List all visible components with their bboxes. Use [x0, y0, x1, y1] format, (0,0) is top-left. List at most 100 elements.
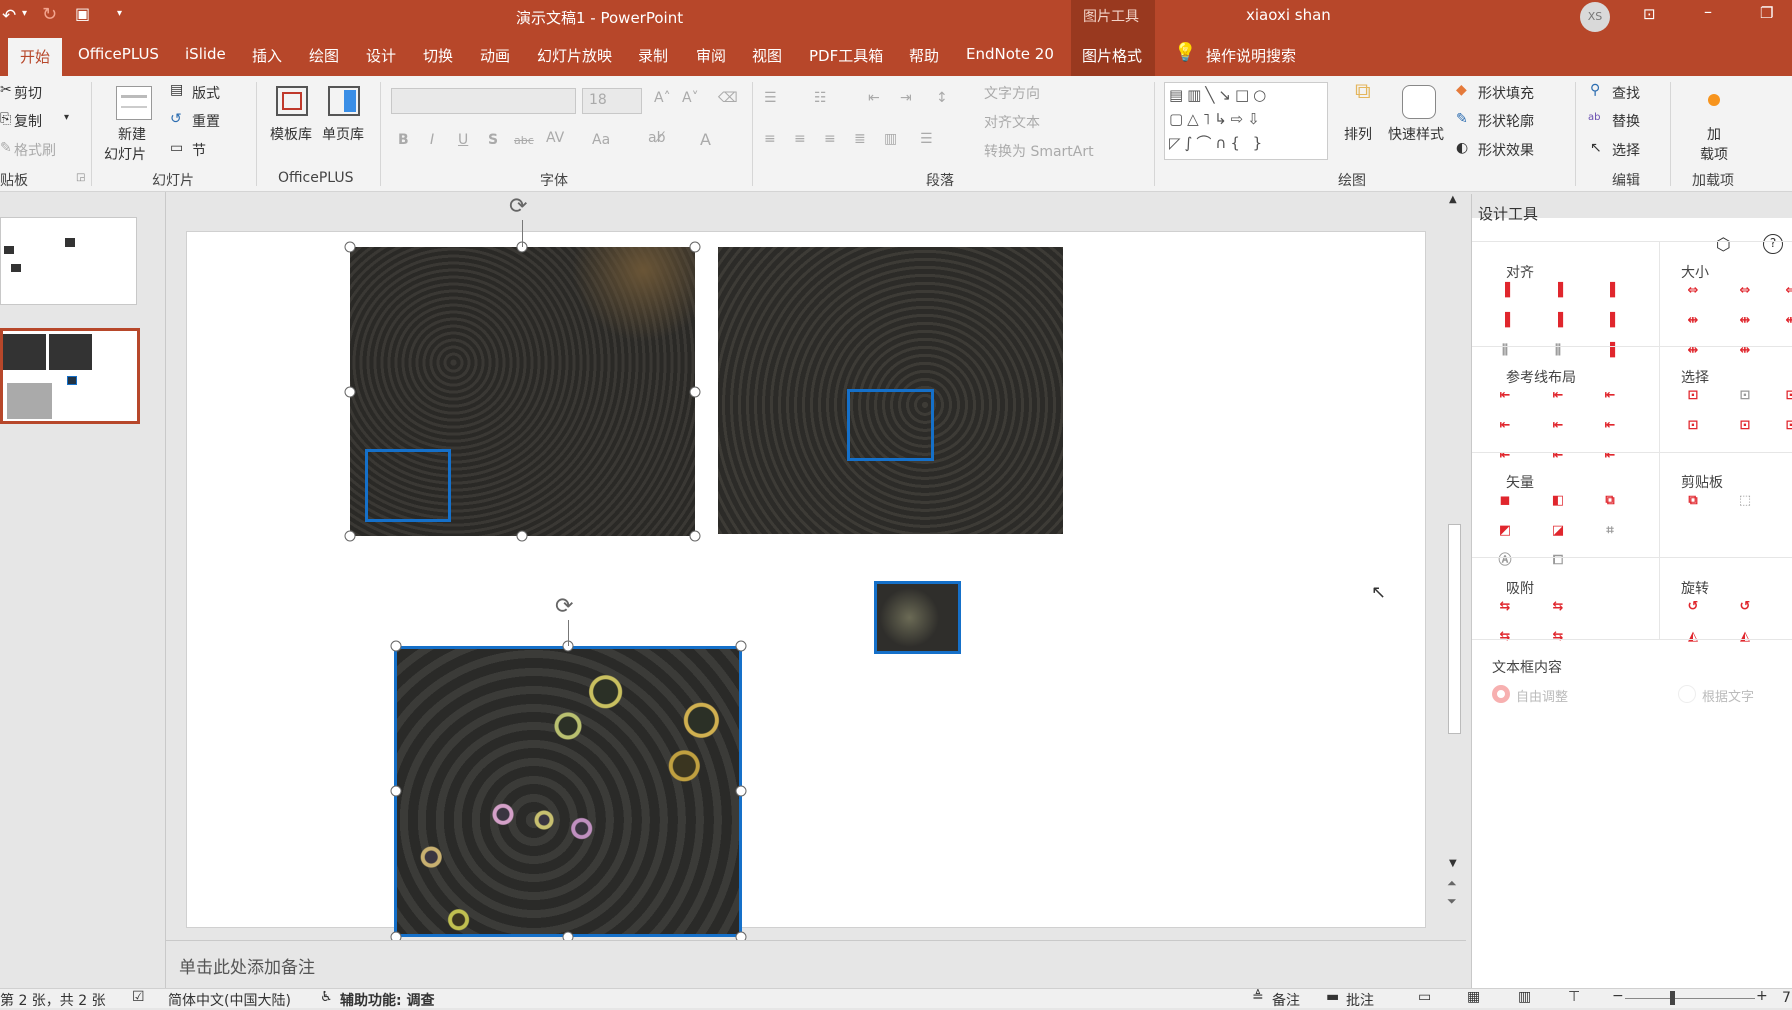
new-slide-button[interactable]: 新建 [118, 124, 146, 144]
scrollbar-thumb[interactable] [1448, 524, 1461, 734]
cropped-thumbnail[interactable] [874, 581, 961, 654]
font-name-field[interactable] [391, 88, 576, 114]
change-case-icon[interactable]: Aa [592, 132, 610, 148]
cut-icon[interactable]: ✂ [0, 82, 12, 98]
addins-button[interactable]: 加 [1707, 124, 1721, 144]
tab-picture-format[interactable]: 图片格式 [1082, 45, 1142, 66]
select-middle-icon[interactable]: ⊡ [1737, 419, 1753, 433]
tab-record[interactable]: 录制 [638, 45, 668, 66]
replace-button[interactable]: 替换 [1612, 111, 1640, 131]
ribbon-display-options-icon[interactable]: ⊡ [1643, 5, 1656, 23]
tab-help[interactable]: 帮助 [909, 45, 939, 66]
decrease-font-icon[interactable]: A˅ [682, 90, 699, 106]
tab-officeplus[interactable]: OfficePLUS [78, 45, 159, 63]
zoomed-cell-image[interactable] [394, 646, 742, 937]
align-middle-icon[interactable]: ▐ [1550, 314, 1566, 328]
reset-icon[interactable]: ↺ [170, 111, 182, 127]
guide-right-icon[interactable]: ⇤ [1602, 389, 1618, 403]
underline-icon[interactable]: U [458, 132, 468, 148]
minimize-icon[interactable]: – [1704, 2, 1712, 21]
align-left-icon[interactable]: ▐ [1497, 284, 1513, 298]
customize-toolbar-icon[interactable]: ▾ [117, 8, 122, 19]
template-library-icon[interactable] [276, 86, 308, 116]
notes-pane[interactable]: 单击此处添加备注 [166, 940, 1466, 987]
copy-dropdown-icon[interactable]: ▾ [64, 112, 69, 123]
align-bottom-icon[interactable]: ▐ [1602, 314, 1618, 328]
decrease-indent-icon[interactable]: ⇤ [868, 90, 880, 106]
shape-outline-icon[interactable]: ✎ [1456, 111, 1468, 127]
stretch-right-icon[interactable]: ⇹ [1737, 314, 1753, 328]
copy-shape-icon[interactable]: ⧉ [1685, 494, 1701, 508]
radio-free-adjust[interactable] [1492, 685, 1510, 703]
section-button[interactable]: 节 [192, 140, 206, 160]
crop-shape-icon[interactable]: ⌗ [1602, 524, 1618, 538]
text-direction-button[interactable]: 文字方向 [984, 83, 1040, 103]
same-size-icon[interactable]: ⇔ [1783, 284, 1792, 298]
tab-design[interactable]: 设计 [366, 45, 396, 66]
select-same-icon[interactable]: ⊡ [1685, 389, 1701, 403]
cut-button[interactable]: 剪切 [14, 83, 42, 103]
single-page-library-button[interactable]: 单页库 [322, 124, 364, 144]
notes-button[interactable]: 备注 [1272, 990, 1300, 1010]
guide-left-icon[interactable]: ⇤ [1497, 389, 1513, 403]
intersect-icon[interactable]: ◩ [1497, 524, 1513, 538]
stretch-left-icon[interactable]: ⇹ [1685, 314, 1701, 328]
resize-handle[interactable] [390, 785, 402, 797]
restore-icon[interactable]: ❐ [1760, 4, 1773, 22]
tab-slideshow[interactable]: 幻灯片放映 [537, 45, 612, 66]
align-text-button[interactable]: 对齐文本 [984, 112, 1040, 132]
resize-handle[interactable] [516, 530, 528, 542]
select-other-icon[interactable]: ⊡ [1783, 389, 1792, 403]
section-icon[interactable]: ▭ [170, 140, 183, 156]
user-name[interactable]: xiaoxi shan [1246, 6, 1331, 24]
resize-handle[interactable] [344, 530, 356, 542]
italic-icon[interactable]: I [430, 132, 434, 148]
arrange-button[interactable]: 排列 [1344, 124, 1372, 144]
resize-handle[interactable] [735, 640, 747, 652]
flip-vertical-icon[interactable]: ◭ [1737, 630, 1753, 644]
tab-endnote[interactable]: EndNote 20 [966, 45, 1054, 63]
combine-icon[interactable]: ◧ [1550, 494, 1566, 508]
tab-animations[interactable]: 动画 [480, 45, 510, 66]
font-size-field[interactable]: 18 [582, 88, 642, 114]
new-slide-icon[interactable] [116, 86, 152, 120]
replace-icon[interactable]: ab [1588, 112, 1600, 123]
select-icon[interactable]: ↖ [1590, 140, 1602, 156]
select-button[interactable]: 选择 [1612, 140, 1640, 160]
tell-me-search[interactable]: 操作说明搜索 [1206, 45, 1296, 66]
highlight-icon[interactable]: ab̸ [648, 130, 665, 146]
notes-placeholder[interactable]: 单击此处添加备注 [179, 953, 315, 978]
vertical-scrollbar[interactable]: ▲ ▼ ⏶ ⏷ [1446, 194, 1463, 910]
select-similar-icon[interactable]: ⊡ [1737, 389, 1753, 403]
increase-indent-icon[interactable]: ⇥ [900, 90, 912, 106]
paste-in-place-icon[interactable]: ⬚ [1737, 494, 1753, 508]
paragraph-align-icon[interactable]: ☰ [920, 131, 933, 147]
select-top-icon[interactable]: ⊡ [1685, 419, 1701, 433]
addins-button-2[interactable]: 载项 [1700, 144, 1728, 164]
snap-top-icon[interactable]: ⇆ [1497, 630, 1513, 644]
fragment-icon[interactable]: ⧉ [1602, 494, 1618, 508]
subtract-icon[interactable]: ◪ [1550, 524, 1566, 538]
union-icon[interactable]: ◼ [1497, 494, 1513, 508]
resize-handle[interactable] [689, 530, 701, 542]
redo-icon[interactable]: ↻ [42, 4, 57, 25]
shape-outline-button[interactable]: 形状轮廓 [1478, 111, 1534, 131]
zoom-in-icon[interactable]: + [1756, 988, 1768, 1004]
cell-image-1[interactable] [350, 247, 695, 536]
zoom-region-box[interactable] [847, 389, 934, 461]
character-spacing-icon[interactable]: AV [546, 130, 564, 146]
flip-horizontal-icon[interactable]: ◭ [1685, 630, 1701, 644]
guide-center-h-icon[interactable]: ⇤ [1550, 389, 1566, 403]
resize-handle[interactable] [735, 785, 747, 797]
clipboard-launcher-icon[interactable]: ◲ [76, 172, 85, 183]
normal-view-icon[interactable]: ▭ [1418, 989, 1431, 1005]
quick-styles-icon[interactable] [1402, 85, 1436, 119]
slide-thumbnail-2[interactable] [0, 328, 140, 424]
guide-top-icon[interactable]: ⇤ [1497, 419, 1513, 433]
shadow-icon[interactable]: S [488, 132, 498, 148]
zoom-slider[interactable] [1625, 998, 1755, 999]
copy-button[interactable]: 复制 [14, 111, 42, 131]
reset-button[interactable]: 重置 [192, 111, 220, 131]
undo-icon[interactable]: ↶ [2, 6, 16, 26]
resize-handle[interactable] [689, 241, 701, 253]
